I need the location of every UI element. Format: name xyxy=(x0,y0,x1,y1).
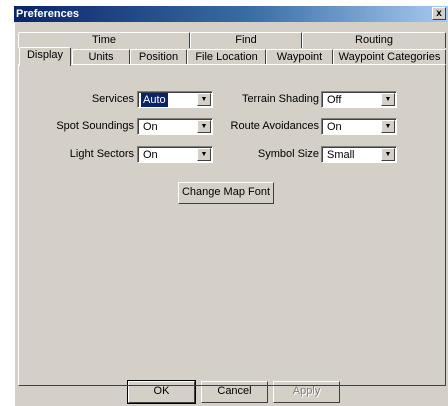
services-label: Services xyxy=(91,93,134,105)
tab-position[interactable]: Position xyxy=(130,49,187,65)
symbol-size-label: Symbol Size xyxy=(257,148,319,160)
tab-units[interactable]: Units xyxy=(72,49,130,65)
tab-routing[interactable]: Routing xyxy=(302,32,446,48)
spot-soundings-value: On xyxy=(143,121,158,133)
chevron-down-icon[interactable]: ▼ xyxy=(381,93,395,106)
tab-find[interactable]: Find xyxy=(190,32,302,48)
display-tab-panel: Services Auto ▼ Spot Soundings On ▼ Ligh… xyxy=(18,64,446,386)
chevron-down-icon[interactable]: ▼ xyxy=(197,120,211,133)
chevron-down-icon[interactable]: ▼ xyxy=(197,93,211,106)
chevron-down-icon[interactable]: ▼ xyxy=(197,148,211,161)
symbol-size-select[interactable]: Small ▼ xyxy=(321,146,397,163)
light-sectors-label: Light Sectors xyxy=(69,148,134,160)
light-sectors-select[interactable]: On ▼ xyxy=(137,146,213,163)
route-avoidances-value: On xyxy=(327,121,342,133)
tab-file-location[interactable]: File Location xyxy=(187,49,266,65)
light-sectors-value: On xyxy=(143,149,158,161)
route-avoidances-label: Route Avoidances xyxy=(230,120,319,132)
tab-time[interactable]: Time xyxy=(18,32,190,48)
tab-display[interactable]: Display xyxy=(19,47,71,66)
tab-waypoint-categories[interactable]: Waypoint Categories xyxy=(333,49,446,65)
window-title: Preferences xyxy=(16,8,79,20)
terrain-shading-select[interactable]: Off ▼ xyxy=(321,91,397,108)
chevron-down-icon[interactable]: ▼ xyxy=(381,120,395,133)
title-bar: Preferences x xyxy=(14,6,448,22)
services-value: Auto xyxy=(141,93,168,107)
terrain-shading-label: Terrain Shading xyxy=(241,93,319,105)
route-avoidances-select[interactable]: On ▼ xyxy=(321,118,397,135)
close-icon[interactable]: x xyxy=(432,7,446,20)
preferences-dialog: Time Find Routing Display Units Position… xyxy=(14,22,448,406)
chevron-down-icon[interactable]: ▼ xyxy=(381,148,395,161)
services-select[interactable]: Auto ▼ xyxy=(137,91,213,108)
terrain-shading-value: Off xyxy=(327,94,342,106)
symbol-size-value: Small xyxy=(327,149,355,161)
spot-soundings-select[interactable]: On ▼ xyxy=(137,118,213,135)
spot-soundings-label: Spot Soundings xyxy=(56,120,134,132)
change-map-font-button[interactable]: Change Map Font xyxy=(178,182,274,204)
tab-waypoint[interactable]: Waypoint xyxy=(266,49,333,65)
